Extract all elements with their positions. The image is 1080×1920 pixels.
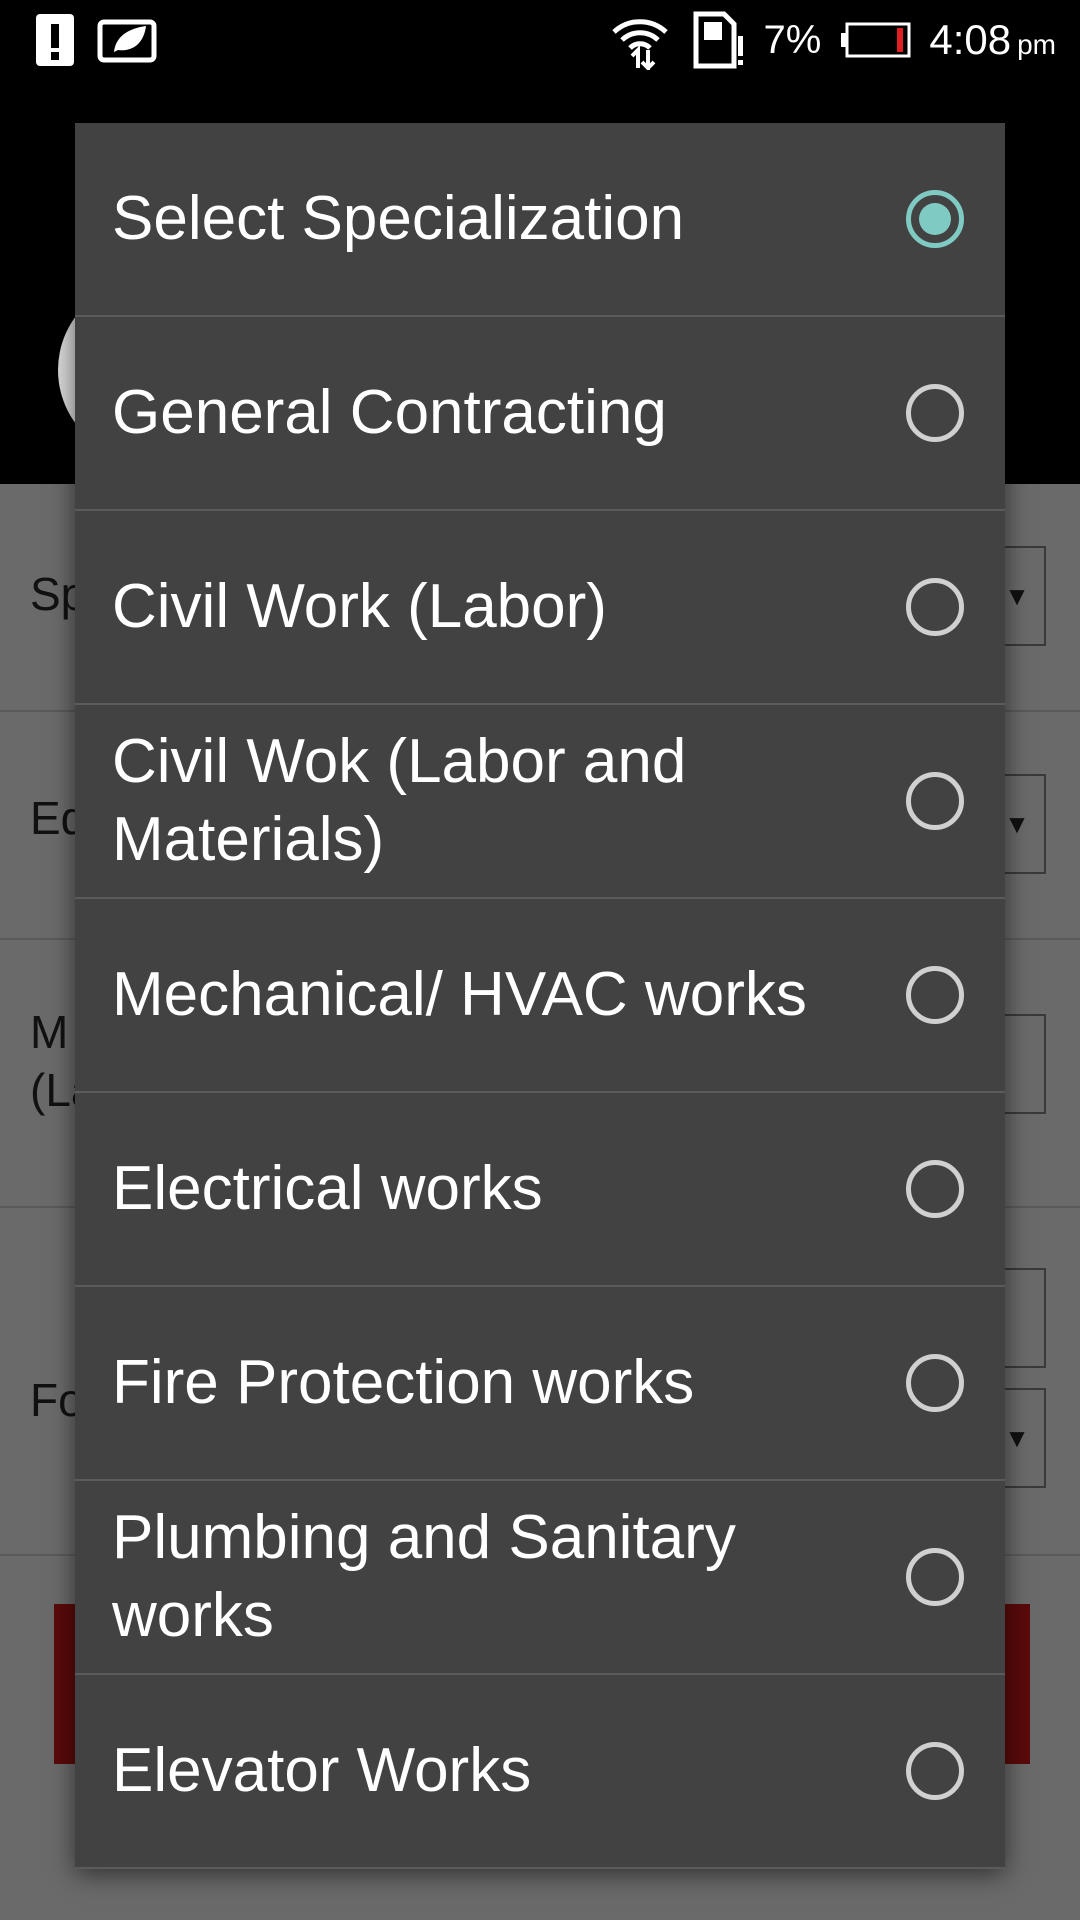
- radio-unchecked-icon[interactable]: [906, 578, 964, 636]
- radio-unchecked-icon[interactable]: [906, 1548, 964, 1606]
- radio-unchecked-icon[interactable]: [906, 772, 964, 830]
- radio-unchecked-icon[interactable]: [906, 1742, 964, 1800]
- battery-low-icon: [841, 22, 911, 58]
- option-select-specialization[interactable]: Select Specialization: [75, 123, 1005, 317]
- option-label: Plumbing and Sanitary works: [112, 1503, 736, 1650]
- clock-time: 4:08: [929, 16, 1012, 63]
- sd-card-alert-icon: [693, 11, 743, 69]
- option-label: Select Specialization: [112, 184, 685, 253]
- option-label: Elevator Works: [112, 1736, 532, 1805]
- radio-unchecked-icon[interactable]: [906, 966, 964, 1024]
- option-plumbing-sanitary[interactable]: Plumbing and Sanitary works: [75, 1481, 1005, 1675]
- option-mechanical-hvac[interactable]: Mechanical/ HVAC works: [75, 899, 1005, 1093]
- specialization-dialog: Select Specialization General Contractin…: [75, 123, 1005, 1869]
- option-civil-work-labor[interactable]: Civil Work (Labor): [75, 511, 1005, 705]
- radio-unchecked-icon[interactable]: [906, 1354, 964, 1412]
- option-label: General Contracting: [112, 378, 667, 447]
- option-label: Civil Work (Labor): [112, 572, 607, 641]
- clock: 4:08 pm: [929, 16, 1056, 64]
- leaf-icon: [97, 19, 157, 63]
- option-general-contracting[interactable]: General Contracting: [75, 317, 1005, 511]
- status-bar: 7% 4:08 pm: [0, 0, 1080, 80]
- battery-percent: 7%: [763, 17, 822, 62]
- radio-unchecked-icon[interactable]: [906, 1160, 964, 1218]
- clock-ampm: pm: [1017, 29, 1056, 60]
- option-label: Fire Protection works: [112, 1348, 695, 1417]
- radio-checked-icon[interactable]: [906, 190, 964, 248]
- radio-unchecked-icon[interactable]: [906, 384, 964, 442]
- option-label: Electrical works: [112, 1154, 543, 1223]
- alert-icon: [36, 14, 74, 66]
- wifi-icon: [611, 19, 668, 70]
- option-fire-protection[interactable]: Fire Protection works: [75, 1287, 1005, 1481]
- option-label: Mechanical/ HVAC works: [112, 960, 807, 1029]
- option-label: Civil Wok (Labor and Materials): [112, 727, 687, 874]
- option-civil-work-labor-materials[interactable]: Civil Wok (Labor and Materials): [75, 705, 1005, 899]
- option-electrical[interactable]: Electrical works: [75, 1093, 1005, 1287]
- option-elevator[interactable]: Elevator Works: [75, 1675, 1005, 1869]
- form-label: M: [30, 1006, 69, 1058]
